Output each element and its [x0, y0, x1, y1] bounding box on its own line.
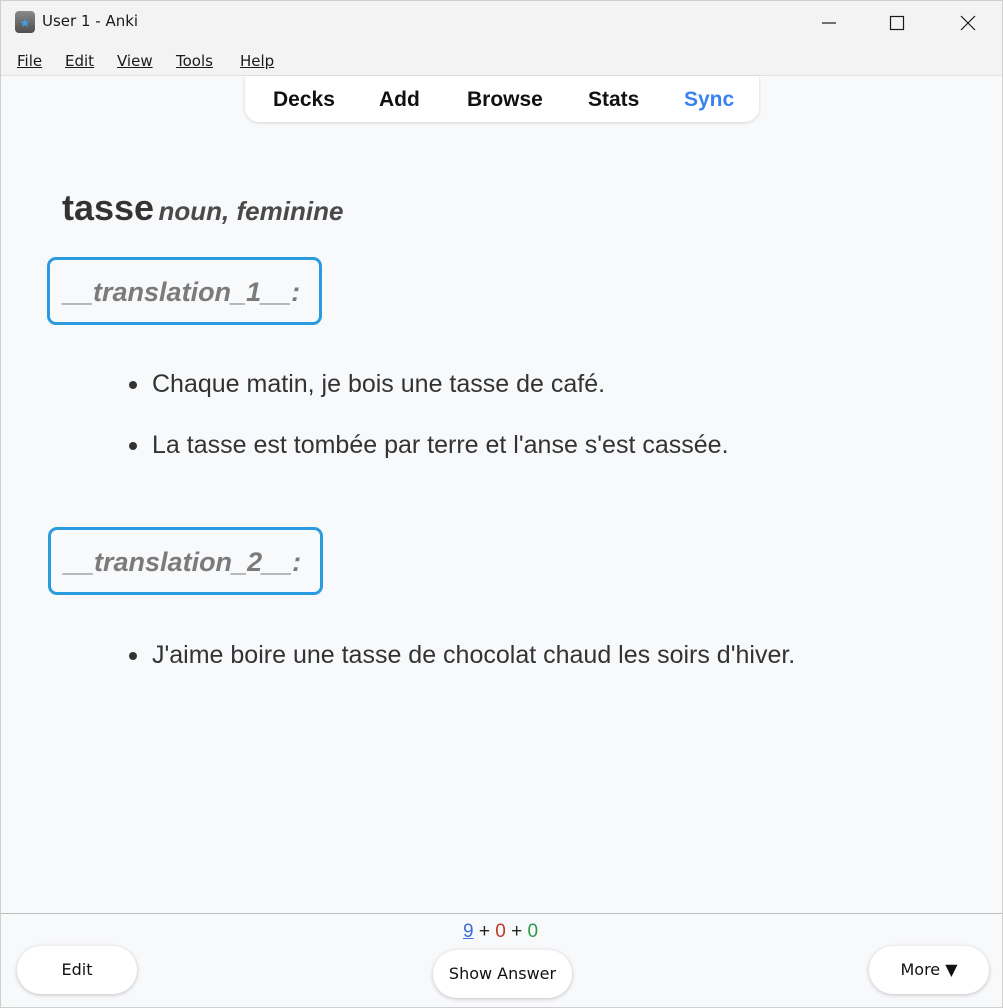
bottom-bar: 9 + 0 + 0 Edit Show Answer More ▼	[1, 913, 1002, 1007]
edit-button[interactable]: Edit	[17, 946, 137, 994]
bullet-icon	[129, 381, 137, 389]
new-count[interactable]: 9	[463, 921, 474, 942]
bullet-icon	[129, 652, 137, 660]
review-count: 0	[527, 921, 539, 942]
translation-1-box: __translation_1__:	[47, 257, 322, 325]
show-answer-button[interactable]: Show Answer	[433, 950, 572, 998]
nav-browse[interactable]: Browse	[467, 88, 543, 112]
card-word: tasse	[62, 187, 155, 228]
translation-1-label: __translation_1__:	[63, 277, 301, 307]
nav-decks[interactable]: Decks	[273, 88, 335, 112]
minimize-icon	[822, 22, 836, 24]
maximize-icon	[889, 15, 905, 31]
translation-2-box: __translation_2__:	[48, 527, 323, 595]
menu-tools[interactable]: Tools	[176, 52, 213, 70]
maximize-button[interactable]	[874, 1, 920, 45]
example-sentence: J'aime boire une tasse de chocolat chaud…	[152, 641, 796, 669]
menu-tools-label: Tools	[176, 52, 213, 70]
example-sentence: La tasse est tombée par terre et l'anse …	[152, 431, 729, 459]
anki-window: ★ User 1 - Anki File Edit View Tools Hel…	[0, 0, 1003, 1008]
bullet-icon	[129, 442, 137, 450]
menu-edit-label: Edit	[65, 52, 95, 70]
window-title: User 1 - Anki	[42, 12, 139, 30]
menu-edit[interactable]: Edit	[65, 52, 94, 70]
part-of-speech: noun, feminine	[158, 196, 344, 226]
menu-view[interactable]: View	[117, 52, 153, 70]
count-separator: +	[511, 921, 523, 942]
example-sentence: Chaque matin, je bois une tasse de café.	[152, 370, 606, 398]
translation-2-label: __translation_2__:	[64, 547, 302, 577]
nav-sync[interactable]: Sync	[684, 88, 734, 112]
menu-help[interactable]: Help	[240, 52, 274, 70]
close-icon	[960, 15, 976, 31]
due-counts: 9 + 0 + 0	[463, 921, 538, 943]
nav-stats[interactable]: Stats	[588, 88, 639, 112]
count-separator: +	[478, 921, 490, 942]
learn-count: 0	[495, 921, 506, 942]
top-navigation: Decks Add Browse Stats Sync	[245, 76, 759, 122]
menu-file[interactable]: File	[17, 52, 42, 70]
card-heading: tasse noun, feminine	[62, 187, 343, 229]
nav-add[interactable]: Add	[379, 88, 420, 112]
menu-view-label: View	[117, 52, 153, 70]
menu-help-label: Help	[240, 52, 275, 70]
close-button[interactable]	[945, 1, 991, 45]
minimize-button[interactable]	[806, 1, 852, 45]
menu-file-label: File	[17, 52, 43, 70]
anki-app-icon: ★	[15, 11, 35, 33]
more-button[interactable]: More ▼	[869, 946, 989, 994]
menu-bar: File Edit View Tools Help	[1, 45, 1002, 76]
title-bar: ★ User 1 - Anki	[1, 1, 1002, 45]
